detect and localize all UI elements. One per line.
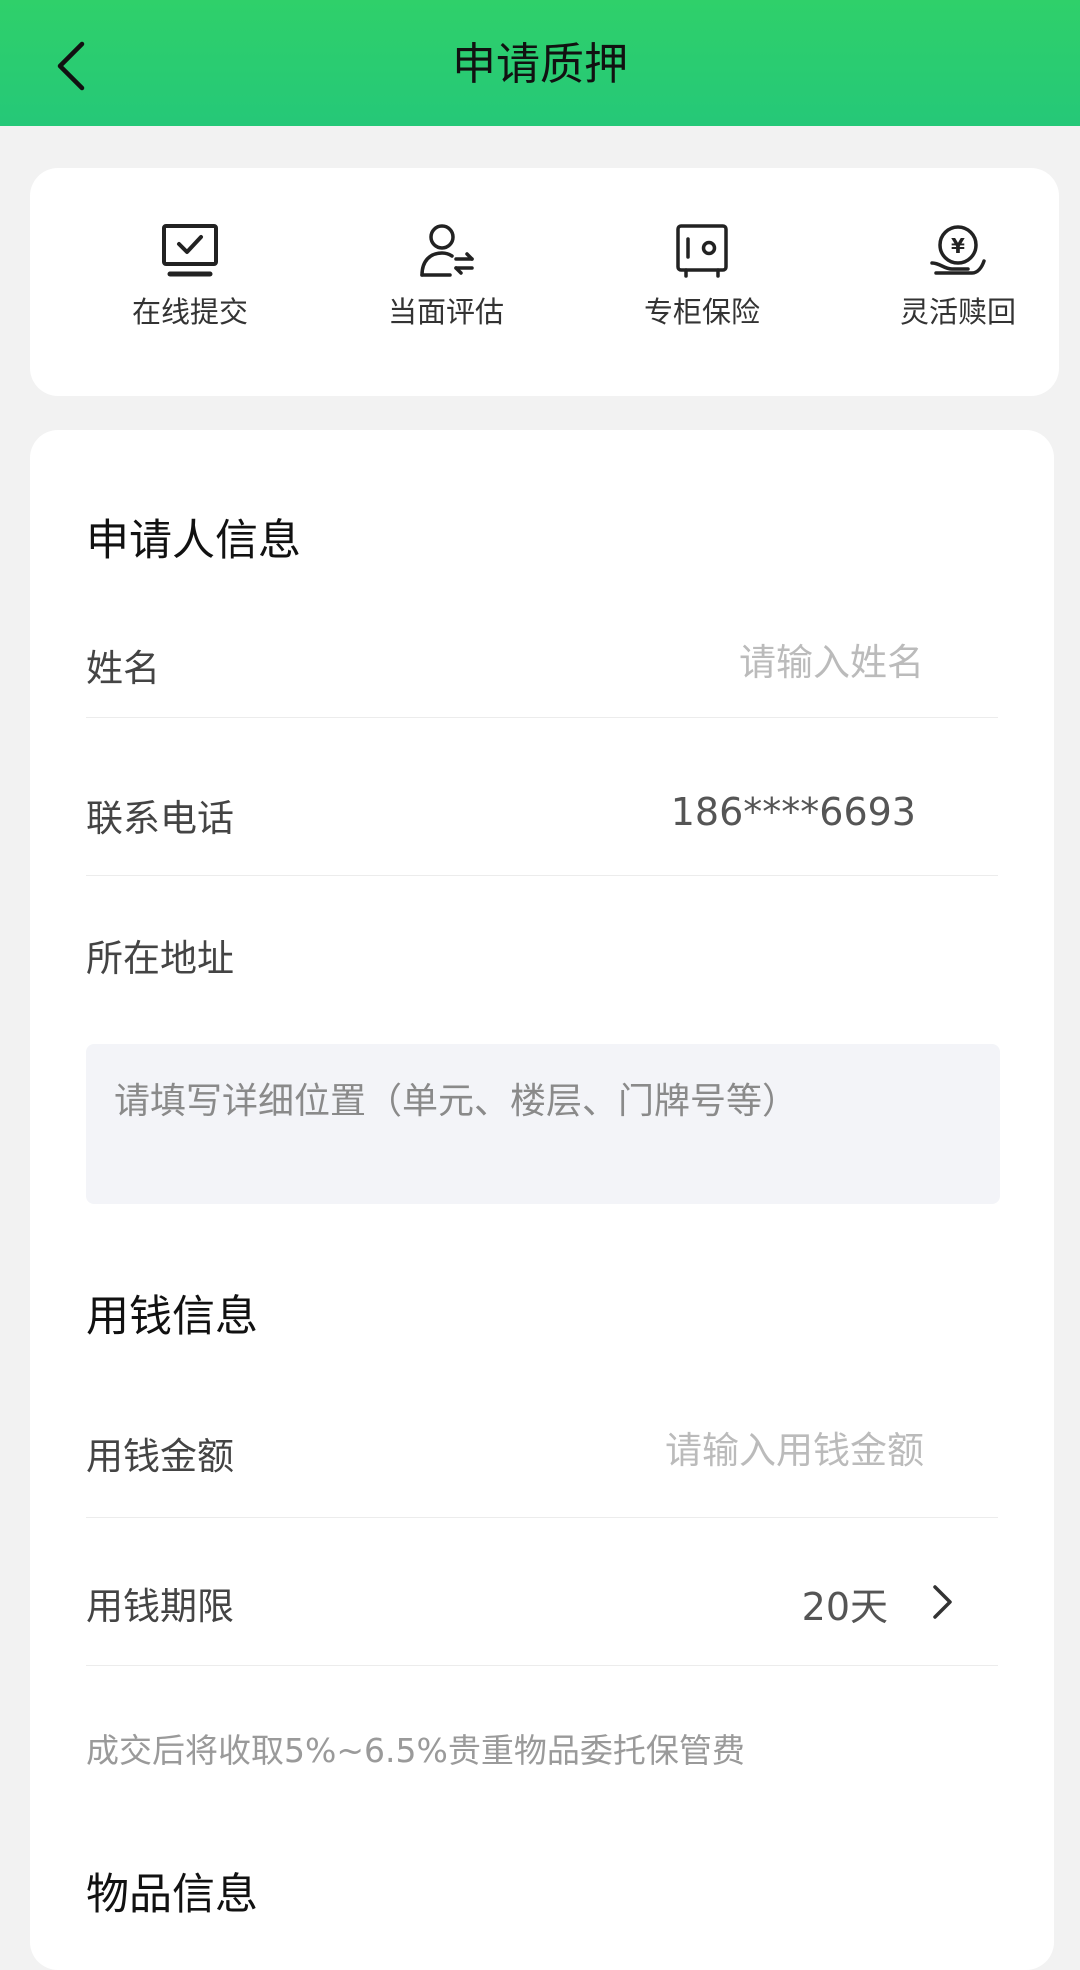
money-section-title: 用钱信息 xyxy=(86,1292,258,1342)
yen-hand-icon: ¥ xyxy=(930,225,986,275)
feature-online-submit: 在线提交 xyxy=(90,223,290,353)
person-transfer-icon xyxy=(420,224,474,277)
applicant-section-title: 申请人信息 xyxy=(86,516,301,566)
chevron-right-icon[interactable] xyxy=(926,1582,958,1622)
form-card: 申请人信息 姓名 联系电话 186****6693 所在地址 用钱信息 用钱金额… xyxy=(30,430,1054,1970)
name-row: 姓名 xyxy=(86,608,998,718)
name-input[interactable] xyxy=(564,634,924,690)
feature-label: 专柜保险 xyxy=(643,295,760,329)
fee-note: 成交后将收取5%~6.5%贵重物品委托保管费 xyxy=(86,1731,745,1770)
svg-text:¥: ¥ xyxy=(951,234,965,258)
phone-value[interactable]: 186****6693 xyxy=(671,790,916,834)
feature-face-evaluate: 当面评估 xyxy=(346,223,546,353)
amount-label: 用钱金额 xyxy=(86,1435,234,1478)
feature-label: 当面评估 xyxy=(387,295,504,329)
feature-flexible-redeem: ¥ 灵活赎回 xyxy=(858,223,1058,353)
period-label: 用钱期限 xyxy=(86,1585,234,1628)
amount-input[interactable] xyxy=(504,1422,924,1478)
amount-row: 用钱金额 xyxy=(86,1386,998,1518)
feature-label: 在线提交 xyxy=(131,295,248,329)
feature-label: 灵活赎回 xyxy=(899,295,1016,329)
chevron-left-icon xyxy=(57,41,85,91)
period-value[interactable]: 20天 xyxy=(802,1576,888,1631)
back-button[interactable] xyxy=(36,30,108,102)
address-label: 所在地址 xyxy=(86,937,234,980)
period-row[interactable]: 用钱期限 20天 xyxy=(86,1538,998,1666)
address-row: 所在地址 xyxy=(86,908,998,1018)
page-title: 申请质押 xyxy=(452,39,628,90)
name-label: 姓名 xyxy=(86,647,160,690)
features-card: 在线提交 当面评估 专柜保险 ¥ 灵活赎回 xyxy=(30,168,1059,396)
address-input[interactable] xyxy=(86,1044,1000,1204)
phone-row: 联系电话 186****6693 xyxy=(86,756,998,876)
feature-counter-insurance: 专柜保险 xyxy=(602,223,802,353)
header-bar: 申请质押 xyxy=(0,0,1080,126)
phone-label: 联系电话 xyxy=(86,797,234,840)
safe-icon xyxy=(676,224,728,278)
item-section-title: 物品信息 xyxy=(86,1870,258,1920)
monitor-check-icon xyxy=(162,224,218,277)
